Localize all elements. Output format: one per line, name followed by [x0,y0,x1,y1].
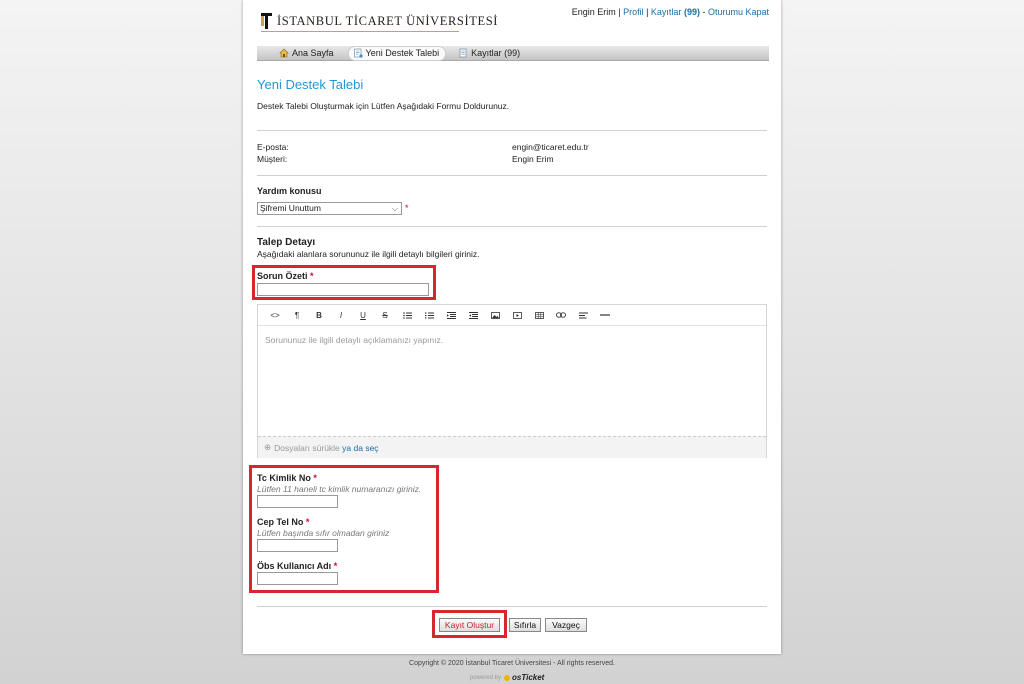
logo-text: İSTANBUL TİCARET ÜNİVERSİTESİ [277,13,499,28]
tc-hint: Lütfen 11 haneli tc kimlik numaranızı gi… [257,484,422,494]
italic-icon[interactable]: I [330,311,352,320]
table-icon[interactable] [528,311,550,319]
osticket-logo-icon [504,674,511,681]
tab-records[interactable]: Kayıtlar (99) [454,47,526,60]
strikethrough-icon[interactable]: S [374,311,396,320]
help-topic-label: Yardım konusu [257,186,322,196]
divider [257,130,767,131]
osticket-brand: osTicket [512,673,545,682]
editor-toolbar: <> ¶ B I U S [258,305,766,326]
phone-input[interactable] [257,539,338,552]
logo-mark-icon [261,13,272,29]
tab-home-label: Ana Sayfa [292,48,334,58]
video-icon[interactable] [506,311,528,319]
image-icon[interactable] [484,311,506,319]
customer-value: Engin Erim [512,154,554,164]
summary-label: Sorun Özeti * [257,271,314,281]
obs-input[interactable] [257,572,338,585]
align-icon[interactable] [572,312,594,319]
profile-link[interactable]: Profil [623,7,644,17]
footer-copyright: Copyright © 2020 İstanbul Ticaret Üniver… [409,660,615,667]
chevron-down-icon: ⌵ [391,204,398,213]
outdent-icon[interactable] [440,311,462,319]
reset-button[interactable]: Sıfırla [509,618,541,632]
divider [257,606,767,607]
section-hint: Aşağıdaki alanlara sorununuz ile ilgili … [257,249,480,259]
powered-by[interactable]: powered by osTicket [470,673,544,682]
choose-file-link[interactable]: ya da seç [342,443,378,453]
tab-new-ticket[interactable]: Yeni Destek Talebi [347,45,447,61]
document-icon [459,48,467,58]
cancel-button[interactable]: Vazgeç [545,618,587,632]
dropzone-text: Dosyaları sürükle [274,442,340,453]
upload-icon: ⊕ [264,442,272,452]
page-title: Yeni Destek Talebi [257,77,364,92]
horizontal-rule-icon[interactable] [594,313,616,317]
bullet-list-icon[interactable] [396,311,418,319]
section-title: Talep Detayı [257,237,316,248]
university-logo[interactable]: İSTANBUL TİCARET ÜNİVERSİTESİ [261,12,499,32]
main-nav: Ana Sayfa Yeni Destek Talebi Kayıtlar (9… [257,45,769,61]
rich-text-editor: <> ¶ B I U S Sorununuz ile ilgili detayl… [257,304,767,458]
help-topic-select[interactable]: Şifremi Unuttum ⌵ [257,202,402,215]
page-container: İSTANBUL TİCARET ÜNİVERSİTESİ Engin Erim… [243,0,781,654]
user-links: Engin Erim | Profil | Kayıtlar (99) - Ot… [571,7,769,17]
summary-input[interactable] [257,283,429,296]
paragraph-icon[interactable]: ¶ [286,311,308,320]
logout-link[interactable]: Oturumu Kapat [708,7,769,17]
link-icon[interactable] [550,312,572,318]
phone-label: Cep Tel No * [257,517,310,527]
email-value: engin@ticaret.edu.tr [512,142,589,152]
user-name: Engin Erim [571,7,616,17]
customer-label: Müşteri: [257,154,288,164]
tab-new-ticket-label: Yeni Destek Talebi [365,48,440,58]
email-label: E-posta: [257,142,289,152]
home-icon [279,48,289,58]
help-topic-value: Şifremi Unuttum [260,203,321,213]
editor-body[interactable]: Sorununuz ile ilgili detaylı açıklamanız… [265,335,443,345]
file-dropzone[interactable]: ⊕ Dosyaları sürükle ya da seç [258,436,766,458]
tab-home[interactable]: Ana Sayfa [275,47,340,60]
records-count: (99) [683,7,700,17]
obs-label: Öbs Kullanıcı Adı * [257,561,338,571]
indent-icon[interactable] [462,311,484,319]
numbered-list-icon[interactable] [418,311,440,319]
intro-text: Destek Talebi Oluşturmak için Lütfen Aşa… [257,101,510,111]
tab-records-label: Kayıtlar (99) [471,48,521,58]
tc-input[interactable] [257,495,338,508]
underline-icon[interactable]: U [352,311,374,320]
required-mark: * [405,203,409,213]
divider [257,175,767,176]
tc-label: Tc Kimlik No * [257,473,317,483]
phone-hint: Lütfen başında sıfır olmadan giriniz [257,528,390,538]
divider [257,226,767,227]
code-icon[interactable]: <> [264,311,286,320]
new-ticket-icon [353,48,363,58]
bold-icon[interactable]: B [308,311,330,320]
submit-button[interactable]: Kayıt Oluştur [439,618,500,632]
records-link[interactable]: Kayıtlar (99) [651,7,700,17]
